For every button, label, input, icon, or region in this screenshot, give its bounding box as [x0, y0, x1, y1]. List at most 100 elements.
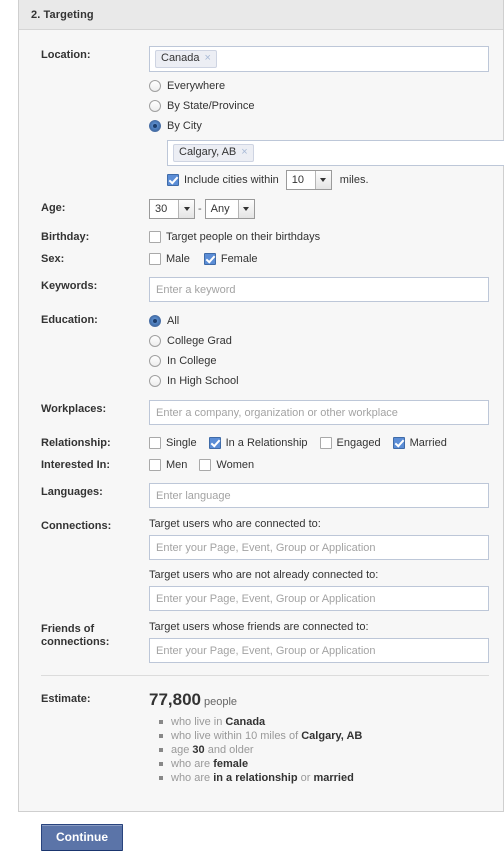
- radio-option-all[interactable]: All: [149, 311, 489, 331]
- chevron-down-icon[interactable]: [314, 171, 331, 189]
- relationship-label-engaged: Engaged: [336, 436, 381, 449]
- radio-icon-by-city[interactable]: [149, 120, 161, 132]
- relationship-label-single: Single: [166, 436, 197, 449]
- connections-not-connected-input[interactable]: [149, 586, 489, 611]
- spacer-label-3: [41, 170, 149, 173]
- keywords-input[interactable]: [149, 277, 489, 302]
- radio-label-by-state: By State/Province: [167, 99, 255, 112]
- radio-icon-in-college[interactable]: [149, 355, 161, 367]
- age-min-select[interactable]: 30: [149, 199, 195, 219]
- radio-icon-everywhere[interactable]: [149, 80, 161, 92]
- criteria-strong-2: married: [313, 772, 354, 784]
- checkbox-icon-married[interactable]: [392, 437, 405, 449]
- languages-input[interactable]: [149, 483, 489, 508]
- relationship-checkbox-single[interactable]: Single: [149, 434, 197, 452]
- radio-icon-college-grad[interactable]: [149, 335, 161, 347]
- checkbox-icon-in-a-relationship[interactable]: [208, 437, 221, 449]
- age-max-value: Any: [210, 203, 230, 215]
- include-cities-checkbox[interactable]: Include cities within: [167, 171, 279, 189]
- radio-label-by-city: By City: [167, 119, 202, 132]
- radio-icon-by-state[interactable]: [149, 100, 161, 112]
- include-cities-label: Include cities within: [184, 173, 279, 186]
- panel-header: 2. Targeting: [19, 0, 503, 30]
- estimate-unit: people: [204, 696, 238, 708]
- workplaces-label: Workplaces:: [41, 403, 107, 415]
- radio-option-in-high-school[interactable]: In High School: [149, 371, 489, 391]
- row-workplaces: Workplaces:: [19, 400, 503, 425]
- age-separator: -: [198, 203, 202, 215]
- criteria-prefix: who live in: [171, 716, 226, 728]
- list-item: who live within 10 miles of Calgary, AB: [159, 729, 489, 743]
- footer-actions: Continue: [41, 824, 123, 851]
- connections-not-connected-block: Target users who are not already connect…: [149, 568, 489, 611]
- age-max-select[interactable]: Any: [204, 199, 255, 219]
- estimate-criteria-list: who live in Canada who live within 10 mi…: [149, 715, 489, 785]
- checkbox-icon-female[interactable]: [203, 253, 216, 265]
- page-root: 2. Targeting Location: Canada × Everywhe…: [0, 0, 504, 851]
- interested-in-label: Interested In:: [41, 459, 111, 471]
- sex-label: Sex:: [41, 253, 65, 265]
- criteria-prefix: age: [171, 744, 193, 756]
- education-label: Education:: [41, 314, 98, 326]
- radio-option-everywhere[interactable]: Everywhere: [149, 76, 489, 96]
- relationship-checkbox-engaged[interactable]: Engaged: [319, 434, 381, 452]
- row-location-scope: Everywhere By State/Province By City: [19, 76, 503, 136]
- remove-icon[interactable]: ×: [241, 147, 247, 158]
- criteria-strong: 30: [192, 744, 205, 756]
- sex-checkbox-female[interactable]: Female: [203, 250, 258, 268]
- connections-connected-input[interactable]: [149, 535, 489, 560]
- checkbox-icon-single[interactable]: [149, 437, 161, 449]
- checkbox-icon-male[interactable]: [149, 253, 161, 265]
- birthday-label: Birthday:: [41, 231, 90, 243]
- birthday-checkbox[interactable]: Target people on their birthdays: [149, 228, 320, 246]
- sex-checkbox-male[interactable]: Male: [149, 250, 190, 268]
- chevron-down-icon[interactable]: [178, 200, 194, 218]
- chevron-down-icon[interactable]: [237, 200, 254, 218]
- row-sex: Sex: Male Female: [19, 250, 503, 268]
- relationship-label-married: Married: [409, 436, 447, 449]
- relationship-checkbox-married[interactable]: Married: [392, 434, 447, 452]
- friends-of-connections-caption: Target users whose friends are connected…: [149, 621, 369, 633]
- checkbox-icon-men[interactable]: [149, 459, 161, 471]
- radio-option-in-college[interactable]: In College: [149, 351, 489, 371]
- checkbox-icon-women[interactable]: [199, 459, 212, 471]
- workplaces-input[interactable]: [149, 400, 489, 425]
- criteria-prefix: who are: [171, 772, 214, 784]
- criteria-prefix: who live within 10 miles of: [171, 730, 302, 742]
- continue-button[interactable]: Continue: [41, 824, 123, 851]
- token-country[interactable]: Canada ×: [155, 50, 217, 68]
- list-item: who live in Canada: [159, 715, 489, 729]
- radio-option-college-grad[interactable]: College Grad: [149, 331, 489, 351]
- friends-of-connections-input[interactable]: [149, 638, 489, 663]
- interested-in-label-women: Women: [216, 458, 255, 471]
- estimate-content: 77,800 people who live in Canada who live…: [149, 690, 489, 785]
- sex-label-female: Female: [220, 252, 258, 265]
- row-birthday: Birthday: Target people on their birthda…: [19, 228, 503, 246]
- connections-not-connected-caption: Target users who are not already connect…: [149, 569, 379, 581]
- connections-label: Connections:: [41, 520, 112, 532]
- radio-icon-all[interactable]: [149, 315, 161, 327]
- location-country-input[interactable]: Canada ×: [149, 46, 489, 72]
- estimate-label: Estimate:: [41, 693, 91, 705]
- radio-option-by-city[interactable]: By City: [149, 116, 489, 136]
- location-city-input[interactable]: Calgary, AB ×: [167, 140, 504, 166]
- checkbox-icon-include-cities[interactable]: [167, 174, 179, 186]
- row-languages: Languages:: [19, 483, 503, 508]
- radio-icon-in-high-school[interactable]: [149, 375, 161, 387]
- radio-label-college-grad: College Grad: [167, 334, 232, 347]
- radio-option-by-state[interactable]: By State/Province: [149, 96, 489, 116]
- relationship-checkbox-in-a-relationship[interactable]: In a Relationship: [208, 434, 308, 452]
- checkbox-icon-birthday[interactable]: [149, 231, 161, 243]
- criteria-strong: Canada: [225, 716, 266, 728]
- remove-icon[interactable]: ×: [205, 53, 211, 64]
- radius-select[interactable]: 10: [285, 170, 332, 190]
- interested-in-checkbox-women[interactable]: Women: [199, 456, 254, 474]
- criteria-strong: Calgary, AB: [301, 730, 363, 742]
- education-radio-group: All College Grad In College In High Scho…: [149, 311, 489, 391]
- estimate-count: 77,800: [149, 690, 201, 709]
- checkbox-icon-engaged[interactable]: [319, 437, 332, 449]
- token-city[interactable]: Calgary, AB ×: [173, 144, 254, 162]
- connections-connected-caption: Target users who are connected to:: [149, 518, 321, 530]
- interested-in-checkbox-men[interactable]: Men: [149, 456, 187, 474]
- friends-of-connections-label-line1: Friends of: [41, 623, 95, 635]
